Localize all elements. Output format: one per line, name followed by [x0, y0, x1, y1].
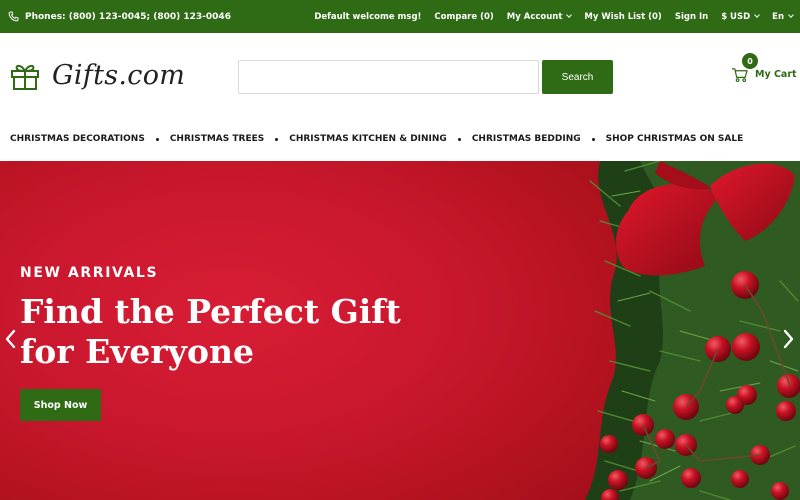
phone-numbers: Phones: (800) 123-0045; (800) 123-0046	[25, 11, 231, 22]
logo-wordmark: Gifts.com	[52, 60, 186, 91]
top-bar: Phones: (800) 123-0045; (800) 123-0046 D…	[0, 0, 800, 33]
category-nav: CHRISTMAS DECORATIONS CHRISTMAS TREES CH…	[0, 117, 800, 161]
nav-separator	[275, 137, 279, 141]
compare-link[interactable]: Compare (0)	[434, 12, 493, 22]
hero-headline-line-1: Find the Perfect Gift	[20, 292, 401, 331]
mini-cart[interactable]: 0 My Cart	[729, 53, 797, 93]
language-dropdown[interactable]: En	[772, 11, 794, 22]
currency-label: $ USD	[721, 11, 751, 22]
my-account-label: My Account	[506, 11, 563, 22]
hero-headline: Find the Perfect Gift for Everyone	[20, 292, 440, 372]
nav-item-christmas-decorations[interactable]: CHRISTMAS DECORATIONS	[10, 134, 145, 144]
welcome-message: Default welcome msg!	[314, 11, 422, 22]
search-input[interactable]	[238, 60, 539, 94]
chevron-right-icon[interactable]	[783, 329, 795, 349]
site-header: Gifts.com Search 0 My Cart	[0, 33, 800, 117]
language-label: En	[772, 11, 784, 22]
cart-icon	[731, 67, 748, 83]
hero-banner: NEW ARRIVALS Find the Perfect Gift for E…	[0, 161, 800, 500]
nav-separator	[155, 137, 159, 141]
chevron-down-icon	[788, 12, 794, 18]
currency-dropdown[interactable]: $ USD	[721, 11, 760, 22]
shop-now-button[interactable]: Shop Now	[20, 389, 101, 421]
chevron-down-icon	[566, 12, 573, 18]
wish-list-link[interactable]: My Wish List (0)	[584, 12, 661, 22]
sign-in-link[interactable]: Sign In	[675, 12, 708, 22]
nav-item-christmas-bedding[interactable]: CHRISTMAS BEDDING	[472, 134, 581, 144]
search-button[interactable]: Search	[542, 60, 613, 94]
my-account-dropdown[interactable]: My Account	[506, 11, 573, 22]
nav-separator	[457, 137, 461, 141]
site-logo[interactable]: Gifts.com	[10, 60, 185, 91]
cart-label: My Cart	[755, 69, 797, 80]
chevron-left-icon[interactable]	[4, 329, 16, 349]
gift-box-icon	[10, 61, 40, 91]
nav-item-shop-sale[interactable]: SHOP CHRISTMAS ON SALE	[606, 134, 744, 144]
nav-separator	[591, 137, 595, 141]
phone-info: Phones: (800) 123-0045; (800) 123-0046	[8, 0, 231, 33]
chevron-down-icon	[754, 12, 760, 18]
phone-icon	[8, 11, 19, 22]
top-links: Default welcome msg! Compare (0) My Acco…	[314, 0, 794, 33]
hero-eyebrow: NEW ARRIVALS	[20, 265, 159, 281]
nav-item-christmas-trees[interactable]: CHRISTMAS TREES	[170, 134, 264, 144]
hero-headline-line-2: for Everyone	[20, 332, 254, 371]
nav-item-kitchen-dining[interactable]: CHRISTMAS KITCHEN & DINING	[289, 134, 447, 144]
